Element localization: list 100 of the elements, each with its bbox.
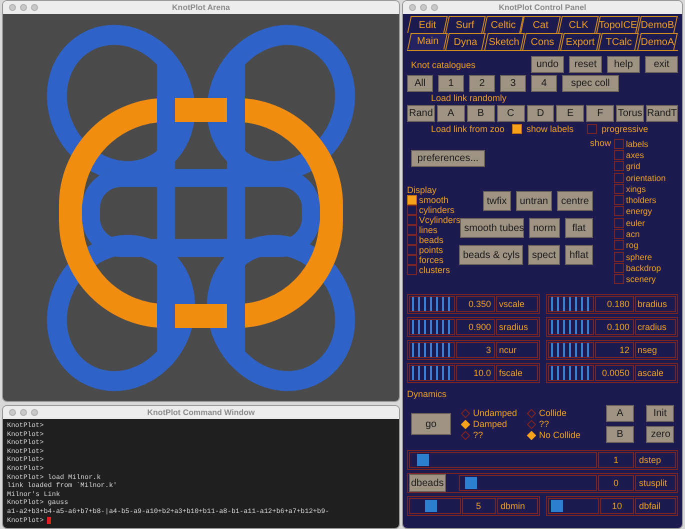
- slider-track[interactable]: [409, 452, 597, 468]
- button[interactable]: All: [407, 75, 433, 92]
- close-icon[interactable]: [409, 4, 416, 11]
- button[interactable]: 2: [469, 75, 495, 92]
- checkbox[interactable]: [586, 124, 597, 134]
- checkbox[interactable]: [407, 245, 417, 255]
- tab[interactable]: TopoICE: [596, 16, 640, 33]
- value-field[interactable]: 3: [456, 342, 495, 358]
- button[interactable]: C: [496, 105, 524, 122]
- go-button[interactable]: go: [411, 413, 451, 435]
- button[interactable]: B: [466, 105, 495, 122]
- button[interactable]: F: [586, 105, 614, 122]
- thumbwheel[interactable]: [409, 319, 455, 335]
- terminal[interactable]: [3, 419, 399, 528]
- tab[interactable]: Sketch: [484, 33, 525, 50]
- checkbox[interactable]: [614, 240, 624, 250]
- button[interactable]: A: [436, 105, 465, 122]
- tab[interactable]: Celtic: [482, 16, 524, 33]
- button[interactable]: 1: [438, 75, 464, 92]
- button[interactable]: twfix: [482, 191, 511, 211]
- slider-thumb[interactable]: [425, 500, 437, 512]
- radio-button[interactable]: [461, 408, 470, 418]
- button[interactable]: exit: [645, 56, 678, 73]
- tab[interactable]: CLK: [558, 16, 599, 33]
- tab[interactable]: DemoA: [636, 33, 678, 50]
- button[interactable]: 3: [500, 75, 526, 92]
- checkbox[interactable]: [614, 161, 624, 172]
- radio-button[interactable]: [461, 420, 470, 428]
- tab[interactable]: Cons: [522, 33, 563, 50]
- thumbwheel[interactable]: [548, 319, 594, 335]
- radio-button[interactable]: [461, 430, 470, 440]
- button[interactable]: help: [607, 56, 640, 73]
- thumbwheel[interactable]: [409, 342, 455, 358]
- checkbox[interactable]: [407, 205, 417, 215]
- checkbox[interactable]: [512, 124, 522, 134]
- close-icon[interactable]: [9, 4, 16, 11]
- button[interactable]: dbeads: [409, 474, 446, 492]
- checkbox[interactable]: [407, 195, 417, 205]
- value-field[interactable]: 0.100: [594, 319, 634, 335]
- zoom-icon[interactable]: [31, 409, 38, 416]
- slider-thumb[interactable]: [551, 500, 564, 512]
- checkbox[interactable]: [614, 274, 624, 284]
- button[interactable]: untran: [516, 191, 552, 211]
- slider-track[interactable]: [548, 498, 599, 514]
- button[interactable]: B: [606, 426, 634, 443]
- value-field[interactable]: 5: [462, 498, 496, 514]
- checkbox[interactable]: [614, 138, 624, 149]
- tab[interactable]: Surf: [444, 16, 486, 33]
- checkbox[interactable]: [407, 235, 417, 245]
- thumbwheel[interactable]: [548, 342, 594, 358]
- value-field[interactable]: 1: [598, 452, 634, 468]
- button[interactable]: smooth tubes: [460, 218, 524, 238]
- minimize-icon[interactable]: [420, 4, 427, 11]
- radio-button[interactable]: [527, 430, 536, 440]
- zoom-icon[interactable]: [31, 4, 38, 11]
- checkbox[interactable]: [614, 184, 624, 194]
- thumbwheel[interactable]: [548, 296, 594, 312]
- checkbox[interactable]: [407, 225, 417, 235]
- checkbox[interactable]: [407, 265, 417, 275]
- button[interactable]: reset: [569, 56, 602, 73]
- button[interactable]: A: [606, 405, 634, 422]
- slider-track[interactable]: [458, 475, 597, 491]
- button[interactable]: spect: [528, 245, 560, 265]
- tab[interactable]: TCalc: [598, 33, 640, 50]
- checkbox[interactable]: [407, 255, 417, 265]
- tab[interactable]: Dyna: [445, 33, 486, 50]
- value-field[interactable]: 0.350: [456, 296, 495, 312]
- button[interactable]: Rand: [407, 105, 435, 122]
- value-field[interactable]: 10.0: [456, 365, 495, 381]
- value-field[interactable]: 0.900: [456, 319, 495, 335]
- button[interactable]: norm: [529, 218, 560, 238]
- button[interactable]: 4: [531, 75, 557, 92]
- checkbox[interactable]: [614, 206, 624, 216]
- checkbox[interactable]: [614, 262, 624, 273]
- slider-track[interactable]: [409, 498, 460, 514]
- value-field[interactable]: 0: [598, 475, 634, 491]
- button[interactable]: flat: [564, 218, 593, 238]
- button[interactable]: hflat: [564, 245, 593, 265]
- button[interactable]: Init: [646, 405, 674, 422]
- button[interactable]: D: [526, 105, 554, 122]
- thumbwheel[interactable]: [548, 365, 594, 381]
- checkbox[interactable]: [614, 172, 624, 183]
- slider-thumb[interactable]: [416, 454, 429, 466]
- tab[interactable]: Export: [560, 33, 602, 50]
- tab[interactable]: DemoB: [637, 16, 678, 33]
- radio-button[interactable]: [527, 408, 536, 418]
- checkbox[interactable]: [614, 150, 624, 160]
- tab[interactable]: Main: [407, 33, 448, 50]
- button[interactable]: E: [556, 105, 584, 122]
- button[interactable]: beads & cyls: [459, 245, 523, 265]
- thumbwheel[interactable]: [409, 296, 455, 312]
- checkbox[interactable]: [407, 215, 417, 225]
- minimize-icon[interactable]: [20, 409, 27, 416]
- slider-thumb[interactable]: [464, 477, 477, 489]
- button[interactable]: spec coll: [562, 75, 619, 92]
- checkbox[interactable]: [614, 229, 624, 240]
- thumbwheel[interactable]: [409, 365, 455, 381]
- button[interactable]: centre: [557, 191, 593, 211]
- value-field[interactable]: 0.0050: [594, 365, 634, 381]
- close-icon[interactable]: [9, 409, 16, 416]
